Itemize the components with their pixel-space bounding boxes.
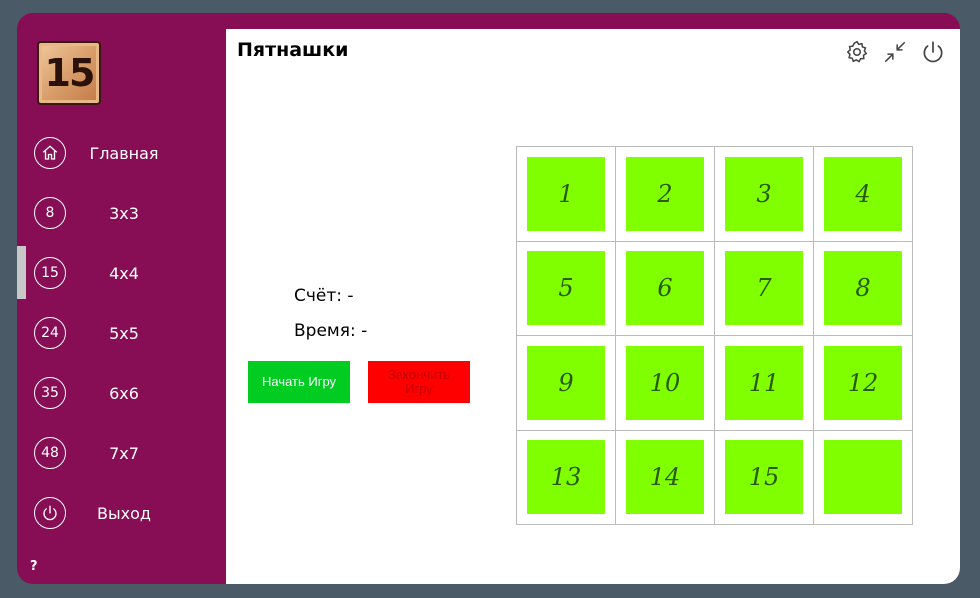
board-cell: 5 xyxy=(517,241,616,336)
gear-icon[interactable] xyxy=(844,39,870,65)
puzzle-tile[interactable]: 5 xyxy=(527,251,605,326)
empty-tile[interactable] xyxy=(824,440,902,515)
logo-text: 15 xyxy=(44,51,96,95)
home-icon xyxy=(34,137,66,169)
size-24-icon: 24 xyxy=(34,317,66,349)
size-48-icon: 48 xyxy=(34,437,66,469)
board-cell: 13 xyxy=(517,430,616,525)
board-cell: 14 xyxy=(616,430,715,525)
end-game-button[interactable]: Закончить Игру xyxy=(368,361,470,403)
app-window: 15 Главная 8 3x3 15 4x4 24 5x5 35 6x6 48… xyxy=(17,13,960,584)
board-cell: 10 xyxy=(616,336,715,431)
sidebar-item-label: Выход xyxy=(97,503,151,523)
sidebar-item-label: 6x6 xyxy=(109,383,139,403)
sidebar-item-4x4[interactable]: 15 4x4 xyxy=(17,251,226,295)
puzzle-tile[interactable]: 12 xyxy=(824,345,902,420)
board-cell: 12 xyxy=(814,336,913,431)
puzzle-tile[interactable]: 13 xyxy=(527,440,605,515)
puzzle-tile[interactable]: 8 xyxy=(824,251,902,326)
size-35-icon: 35 xyxy=(34,377,66,409)
puzzle-tile[interactable]: 11 xyxy=(725,345,803,420)
sidebar-item-3x3[interactable]: 8 3x3 xyxy=(17,191,226,235)
board-cell: 1 xyxy=(517,147,616,242)
puzzle-tile[interactable]: 15 xyxy=(725,440,803,515)
puzzle-tile[interactable]: 1 xyxy=(527,156,605,231)
size-15-icon: 15 xyxy=(34,257,66,289)
sidebar-item-6x6[interactable]: 35 6x6 xyxy=(17,371,226,415)
puzzle-tile[interactable]: 4 xyxy=(824,156,902,231)
sidebar-item-exit[interactable]: Выход xyxy=(17,491,226,535)
puzzle-board: 1 2 3 4 5 6 7 8 9 10 11 12 13 14 15 xyxy=(516,146,913,525)
sidebar: 15 Главная 8 3x3 15 4x4 24 5x5 35 6x6 48… xyxy=(17,13,226,584)
puzzle-tile[interactable]: 9 xyxy=(527,345,605,420)
puzzle-tile[interactable]: 3 xyxy=(725,156,803,231)
score-label: Счёт: - xyxy=(294,286,354,306)
board-cell: 3 xyxy=(715,147,814,242)
puzzle-tile[interactable]: 2 xyxy=(626,156,704,231)
time-label: Время: - xyxy=(294,321,368,341)
board-cell: 11 xyxy=(715,336,814,431)
board-cell: 2 xyxy=(616,147,715,242)
size-8-icon: 8 xyxy=(34,197,66,229)
board-cell xyxy=(814,430,913,525)
page-title: Пятнашки xyxy=(237,39,349,61)
puzzle-tile[interactable]: 7 xyxy=(725,251,803,326)
puzzle-tile[interactable]: 10 xyxy=(626,345,704,420)
sidebar-item-label: 5x5 xyxy=(109,323,139,343)
board-cell: 7 xyxy=(715,241,814,336)
app-logo: 15 xyxy=(37,41,101,105)
power-icon[interactable] xyxy=(920,39,946,65)
main-panel: Пятнашки Счёт: - Время: - Начать Игру За… xyxy=(226,29,960,584)
minimize-icon[interactable] xyxy=(882,39,908,65)
board-cell: 8 xyxy=(814,241,913,336)
sidebar-item-label: Главная xyxy=(89,143,159,163)
sidebar-item-label: 7x7 xyxy=(109,443,139,463)
puzzle-tile[interactable]: 14 xyxy=(626,440,704,515)
help-button[interactable]: ? xyxy=(30,559,38,574)
sidebar-item-label: 4x4 xyxy=(109,263,139,283)
window-controls xyxy=(844,39,946,65)
sidebar-item-7x7[interactable]: 48 7x7 xyxy=(17,431,226,475)
board-cell: 9 xyxy=(517,336,616,431)
sidebar-item-label: 3x3 xyxy=(109,203,139,223)
sidebar-item-5x5[interactable]: 24 5x5 xyxy=(17,311,226,355)
board-cell: 6 xyxy=(616,241,715,336)
start-game-button[interactable]: Начать Игру xyxy=(248,361,350,403)
power-icon xyxy=(34,497,66,529)
puzzle-tile[interactable]: 6 xyxy=(626,251,704,326)
board-cell: 4 xyxy=(814,147,913,242)
sidebar-item-home[interactable]: Главная xyxy=(17,131,226,175)
board-cell: 15 xyxy=(715,430,814,525)
